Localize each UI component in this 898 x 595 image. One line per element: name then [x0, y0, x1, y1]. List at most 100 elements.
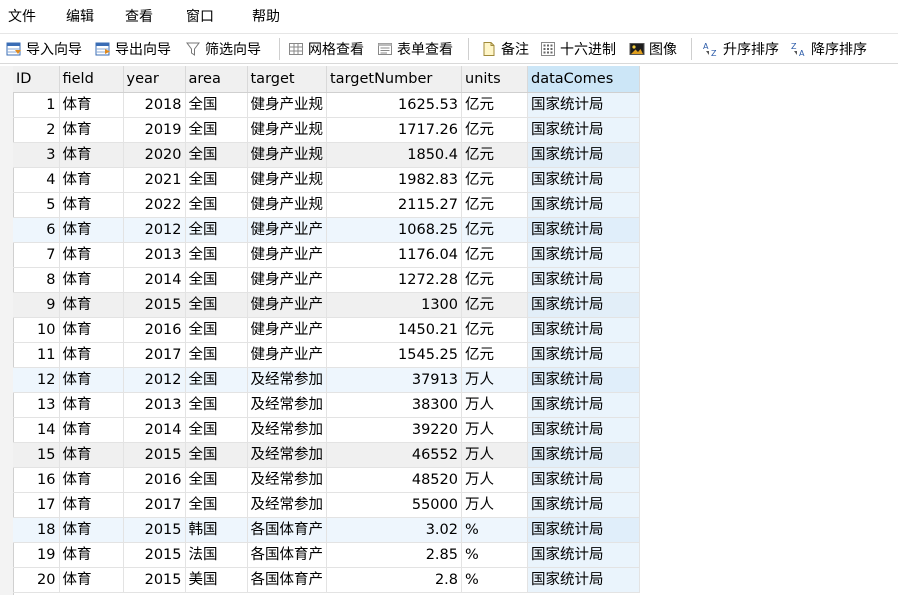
cell-datacomes[interactable]: 国家统计局	[527, 442, 640, 468]
cell-area[interactable]: 全国	[185, 167, 248, 193]
cell-targetnumber[interactable]: 55000	[326, 492, 462, 518]
cell-targetnumber[interactable]: 2.8	[326, 567, 462, 593]
column-header-datacomes[interactable]: dataComes	[527, 66, 640, 93]
cell-targetnumber[interactable]: 1717.26	[326, 117, 462, 143]
cell-id[interactable]: 5	[13, 192, 60, 218]
cell-id[interactable]: 6	[13, 217, 60, 243]
export-wizard-button[interactable]: 导出向导	[95, 34, 171, 64]
cell-area[interactable]: 全国	[185, 417, 248, 443]
cell-year[interactable]: 2019	[123, 117, 186, 143]
menu-file[interactable]: 文件	[8, 0, 36, 34]
table-row[interactable]: 20 体育 2015 美国 各国体育产 2.8% 国家统计局	[13, 567, 640, 593]
cell-field[interactable]: 体育	[59, 517, 124, 543]
cell-id[interactable]: 17	[13, 492, 60, 518]
cell-targetnumber[interactable]: 1300	[326, 292, 462, 318]
sort-descending-button[interactable]: Z A 降序排序	[791, 34, 867, 64]
cell-target[interactable]: 各国体育产	[247, 542, 327, 568]
image-button[interactable]: 图像	[629, 34, 677, 64]
table-row[interactable]: 11 体育 2017 全国 健身产业产 1545.25 亿元 国家统计局	[13, 342, 640, 368]
cell-datacomes[interactable]: 国家统计局	[527, 317, 640, 343]
cell-year[interactable]: 2015	[123, 542, 186, 568]
cell-targetnumber[interactable]: 1625.53	[326, 92, 462, 118]
cell-units[interactable]: 亿元	[461, 92, 528, 118]
cell-id[interactable]: 1	[13, 92, 60, 118]
cell-units[interactable]: 亿元	[461, 292, 528, 318]
cell-target[interactable]: 各国体育产	[247, 567, 327, 593]
cell-targetnumber[interactable]: 3.02	[326, 517, 462, 543]
cell-id[interactable]: 12	[13, 367, 60, 393]
cell-target[interactable]: 各国体育产	[247, 517, 327, 543]
cell-units[interactable]: 亿元	[461, 317, 528, 343]
cell-area[interactable]: 全国	[185, 192, 248, 218]
cell-targetnumber[interactable]: 1272.28	[326, 267, 462, 293]
cell-target[interactable]: 健身产业产	[247, 342, 327, 368]
table-row[interactable]: 12 体育 2012 全国 及经常参加 37913 万人 国家统计局	[13, 367, 640, 393]
cell-target[interactable]: 健身产业产	[247, 217, 327, 243]
cell-id[interactable]: 15	[13, 442, 60, 468]
table-row[interactable]: 6 体育 2012 全国 健身产业产 1068.25 亿元 国家统计局	[13, 217, 640, 243]
cell-target[interactable]: 健身产业产	[247, 292, 327, 318]
table-row[interactable]: 17 体育 2017 全国 及经常参加 55000 万人 国家统计局	[13, 492, 640, 518]
cell-area[interactable]: 全国	[185, 142, 248, 168]
cell-year[interactable]: 2021	[123, 167, 186, 193]
column-header-targetnumber[interactable]: targetNumber	[326, 66, 462, 93]
column-header-year[interactable]: year	[123, 66, 186, 93]
cell-units[interactable]: 万人	[461, 442, 528, 468]
cell-id[interactable]: 9	[13, 292, 60, 318]
cell-area[interactable]: 全国	[185, 367, 248, 393]
menu-edit[interactable]: 编辑	[66, 0, 94, 34]
cell-id[interactable]: 16	[13, 467, 60, 493]
cell-target[interactable]: 健身产业规	[247, 142, 327, 168]
cell-area[interactable]: 法国	[185, 542, 248, 568]
cell-id[interactable]: 18	[13, 517, 60, 543]
cell-field[interactable]: 体育	[59, 317, 124, 343]
cell-field[interactable]: 体育	[59, 117, 124, 143]
cell-field[interactable]: 体育	[59, 467, 124, 493]
cell-target[interactable]: 健身产业规	[247, 167, 327, 193]
cell-units[interactable]: %	[461, 517, 528, 543]
table-row[interactable]: 19 体育 2015 法国 各国体育产 2.85% 国家统计局	[13, 542, 640, 568]
cell-area[interactable]: 全国	[185, 442, 248, 468]
cell-area[interactable]: 全国	[185, 267, 248, 293]
cell-datacomes[interactable]: 国家统计局	[527, 167, 640, 193]
cell-year[interactable]: 2012	[123, 217, 186, 243]
cell-field[interactable]: 体育	[59, 92, 124, 118]
cell-id[interactable]: 13	[13, 392, 60, 418]
cell-year[interactable]: 2012	[123, 367, 186, 393]
sort-ascending-button[interactable]: A Z 升序排序	[703, 34, 779, 64]
table-row[interactable]: 9 体育 2015 全国 健身产业产 1300 亿元 国家统计局	[13, 292, 640, 318]
cell-area[interactable]: 全国	[185, 292, 248, 318]
cell-field[interactable]: 体育	[59, 292, 124, 318]
row-selector-gutter[interactable]	[0, 66, 14, 595]
data-grid[interactable]: ID field year area target targetNumber u…	[0, 66, 898, 595]
cell-units[interactable]: 万人	[461, 492, 528, 518]
cell-datacomes[interactable]: 国家统计局	[527, 417, 640, 443]
cell-targetnumber[interactable]: 39220	[326, 417, 462, 443]
table-row[interactable]: 16 体育 2016 全国 及经常参加 48520 万人 国家统计局	[13, 467, 640, 493]
cell-id[interactable]: 19	[13, 542, 60, 568]
cell-field[interactable]: 体育	[59, 242, 124, 268]
cell-target[interactable]: 健身产业产	[247, 242, 327, 268]
cell-targetnumber[interactable]: 2.85	[326, 542, 462, 568]
cell-datacomes[interactable]: 国家统计局	[527, 242, 640, 268]
cell-units[interactable]: 亿元	[461, 167, 528, 193]
column-header-field[interactable]: field	[59, 66, 124, 93]
menu-window[interactable]: 窗口	[186, 0, 214, 34]
cell-units[interactable]: 亿元	[461, 242, 528, 268]
menu-view[interactable]: 查看	[125, 0, 153, 34]
cell-field[interactable]: 体育	[59, 542, 124, 568]
cell-targetnumber[interactable]: 1068.25	[326, 217, 462, 243]
cell-field[interactable]: 体育	[59, 142, 124, 168]
cell-targetnumber[interactable]: 1545.25	[326, 342, 462, 368]
column-header-area[interactable]: area	[185, 66, 248, 93]
column-header-target[interactable]: target	[247, 66, 327, 93]
menu-help[interactable]: 帮助	[252, 0, 280, 34]
cell-target[interactable]: 及经常参加	[247, 492, 327, 518]
cell-year[interactable]: 2015	[123, 442, 186, 468]
cell-id[interactable]: 3	[13, 142, 60, 168]
cell-targetnumber[interactable]: 1850.4	[326, 142, 462, 168]
cell-id[interactable]: 11	[13, 342, 60, 368]
cell-id[interactable]: 4	[13, 167, 60, 193]
cell-field[interactable]: 体育	[59, 192, 124, 218]
cell-year[interactable]: 2015	[123, 292, 186, 318]
